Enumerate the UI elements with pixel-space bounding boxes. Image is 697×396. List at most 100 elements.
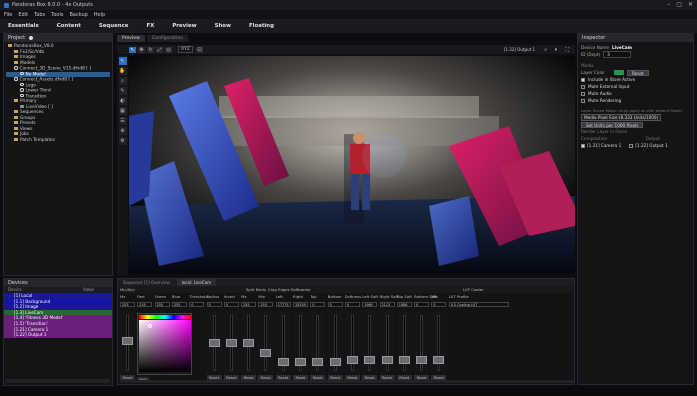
column-value[interactable]: 255 <box>241 302 257 307</box>
pointer-icon[interactable]: ↖ <box>118 57 127 65</box>
menu-tabs[interactable]: Tabs <box>34 12 45 18</box>
fader[interactable]: Reset <box>120 311 135 381</box>
gear-icon[interactable]: ⚙ <box>118 137 127 145</box>
fader[interactable]: Reset <box>344 311 360 381</box>
fader-knob[interactable] <box>346 355 358 364</box>
zoom-icon[interactable]: ⌕ <box>118 77 127 85</box>
move-tool-icon[interactable]: ✥ <box>138 46 145 53</box>
composition-item[interactable]: [1.22] Output 1 <box>629 143 668 148</box>
column-value[interactable]: 0 <box>327 302 343 307</box>
column-value[interactable]: 33559 <box>293 302 308 307</box>
mixer-scrollbar[interactable] <box>120 380 574 383</box>
axis-mode[interactable]: XYZ <box>178 46 193 53</box>
main-menu-fx[interactable]: FX <box>146 23 154 29</box>
inspector-check-row[interactable]: Mute External Input <box>581 83 690 90</box>
main-menu-floating[interactable]: Floating <box>249 23 274 29</box>
layers-icon[interactable]: ☰ <box>118 117 127 125</box>
column-value[interactable]: 1960 <box>362 302 378 307</box>
fader[interactable]: Reset <box>396 311 412 381</box>
target-icon[interactable]: ⊕ <box>118 127 127 135</box>
devices-scrollbar[interactable] <box>6 379 110 383</box>
fader-knob[interactable] <box>329 358 341 367</box>
fader-knob[interactable] <box>208 339 220 347</box>
inspector-check-row[interactable]: Mute Rendering <box>581 97 690 104</box>
checkbox[interactable] <box>581 77 585 82</box>
maximize-icon[interactable]: ▢ <box>676 1 682 8</box>
fader[interactable]: Reset <box>206 311 222 381</box>
pan-icon[interactable]: ✋ <box>118 67 127 75</box>
fader-knob[interactable] <box>122 336 133 345</box>
checkbox[interactable] <box>581 98 585 103</box>
fader[interactable]: Reset <box>241 311 257 381</box>
set-units-button[interactable]: Set Units per 1000 Pixels <box>581 121 644 128</box>
layer-color-swatch[interactable] <box>613 70 624 75</box>
pixel-size-select[interactable]: Media Pixel Size (8.333 Units/1000) <box>581 114 662 121</box>
menu-file[interactable]: File <box>4 12 12 18</box>
checkbox[interactable] <box>581 84 585 89</box>
mixer-tab[interactable]: Sequence [1] Overview <box>118 279 175 286</box>
tab-configuration[interactable]: Configuration <box>146 35 189 42</box>
fader[interactable]: Reset <box>431 311 447 381</box>
fader-knob[interactable] <box>312 358 324 367</box>
fader-knob[interactable] <box>398 355 410 364</box>
pause-icon[interactable]: ⏸ <box>554 47 557 53</box>
mask-icon[interactable]: ◐ <box>118 97 127 105</box>
main-menu-essentials[interactable]: Essentials <box>8 23 39 29</box>
column-value[interactable]: 255 <box>154 302 170 307</box>
menu-backup[interactable]: Backup <box>69 12 87 18</box>
menu-help[interactable]: Help <box>94 12 105 18</box>
device-name-value[interactable]: LiveCam <box>612 45 632 50</box>
close-icon[interactable]: ✕ <box>688 1 693 8</box>
inspector-check-row[interactable]: Mute Audio <box>581 90 690 97</box>
device-item[interactable]: [1.22] Output 1 <box>4 332 112 338</box>
fader-knob[interactable] <box>295 358 306 367</box>
column-value[interactable]: 0 <box>414 302 430 307</box>
scale-tool-icon[interactable]: ⤢ <box>156 46 163 53</box>
picker-handle[interactable] <box>148 324 152 328</box>
fader[interactable]: Reset <box>275 311 291 381</box>
fader[interactable]: Reset <box>414 311 430 381</box>
fader-knob[interactable] <box>364 355 376 364</box>
fader-knob[interactable] <box>260 348 272 357</box>
id-field[interactable]: 3 <box>603 51 632 58</box>
column-value[interactable]: 255 <box>171 302 187 307</box>
main-menu-content[interactable]: Content <box>57 23 81 29</box>
main-menu-sequence[interactable]: Sequence <box>99 23 129 29</box>
column-value[interactable]: 0 <box>431 302 447 307</box>
fader[interactable]: Reset <box>379 311 395 381</box>
mixer-tab[interactable]: local: LiveCam <box>176 279 217 286</box>
main-menu-show[interactable]: Show <box>215 23 231 29</box>
tab-preview[interactable]: Preview <box>117 35 145 42</box>
checkbox[interactable] <box>581 143 585 148</box>
column-value[interactable]: 255 <box>120 302 135 307</box>
column-value[interactable]: 5 <box>206 302 222 307</box>
checkbox[interactable] <box>581 91 585 96</box>
output-select[interactable]: [1.22] Output 1 <box>504 47 535 52</box>
column-value[interactable]: 2113 <box>379 302 395 307</box>
fader[interactable]: Reset <box>327 311 343 381</box>
fader[interactable]: Reset <box>310 311 326 381</box>
column-value[interactable]: 17775 <box>275 302 291 307</box>
pen-icon[interactable]: ✎ <box>118 87 127 95</box>
menu-tools[interactable]: Tools <box>51 12 63 18</box>
column-value[interactable]: 0 <box>189 302 205 307</box>
main-menu-preview[interactable]: Preview <box>172 23 196 29</box>
fader[interactable]: Reset <box>223 311 239 381</box>
minimize-icon[interactable]: – <box>667 1 670 8</box>
checkbox[interactable] <box>629 143 634 148</box>
layer-color-reset-button[interactable]: Reset <box>626 69 649 76</box>
preview-viewport[interactable] <box>129 56 575 274</box>
fader[interactable]: Reset <box>293 311 308 381</box>
column-value[interactable]: 255 <box>258 302 274 307</box>
fader-knob[interactable] <box>433 355 445 364</box>
fader[interactable]: Reset <box>362 311 378 381</box>
fader-knob[interactable] <box>243 339 255 347</box>
column-value[interactable]: 0 <box>344 302 360 307</box>
inspector-check-row[interactable]: Include in Store Active <box>581 76 690 83</box>
fader[interactable]: Reset <box>258 311 274 381</box>
fader-knob[interactable] <box>277 358 289 367</box>
menu-edit[interactable]: Edit <box>18 12 28 18</box>
settings-icon[interactable] <box>29 36 34 40</box>
saturation-field[interactable] <box>139 320 191 372</box>
composition-item[interactable]: [1.21] Camera 1 <box>581 143 621 148</box>
